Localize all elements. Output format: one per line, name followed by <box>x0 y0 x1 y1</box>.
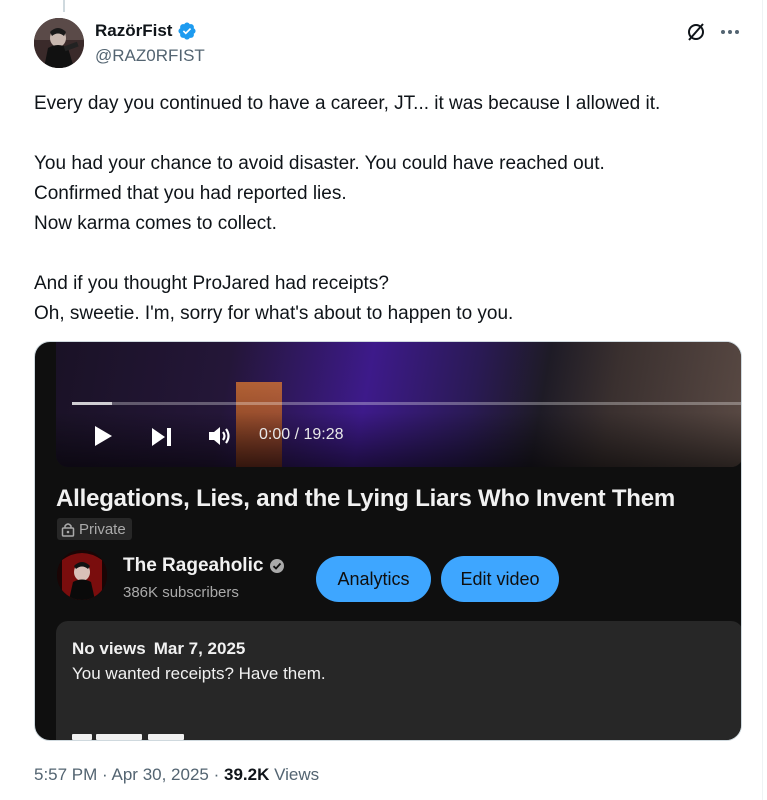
tweet-media-image[interactable]: 0:00 / 19:28 Allegations, Lies, and the … <box>34 341 742 741</box>
edit-video-button[interactable]: Edit video <box>441 556 559 602</box>
analytics-button[interactable]: Analytics <box>316 556 431 602</box>
lock-icon <box>61 522 75 537</box>
tweet-text: Every day you continued to have a career… <box>34 89 754 329</box>
thread-connector-line <box>63 0 65 12</box>
video-description[interactable]: No views Mar 7, 2025 You wanted receipts?… <box>56 621 741 740</box>
channel-avatar <box>57 550 107 600</box>
tweet-line: And if you thought ProJared had receipts… <box>34 273 389 294</box>
author-avatar[interactable] <box>34 18 84 68</box>
upload-date: Mar 7, 2025 <box>153 639 246 658</box>
column-border <box>762 0 763 800</box>
video-title: Allegations, Lies, and the Lying Liars W… <box>56 485 676 512</box>
private-badge: Private <box>57 518 132 540</box>
verified-badge-icon <box>178 22 197 40</box>
more-options-icon[interactable] <box>718 20 742 44</box>
post-date[interactable]: Apr 30, 2025 <box>112 765 209 784</box>
tweet-line: Now karma comes to collect. <box>34 213 277 234</box>
author-name[interactable]: RazörFist <box>95 21 197 41</box>
tweet-line: Oh, sweetie. I'm, sorry for what's about… <box>34 303 514 324</box>
tweet-line: You had your chance to avoid disaster. Y… <box>34 153 605 174</box>
next-icon[interactable] <box>150 426 174 448</box>
video-time: 0:00 / 19:28 <box>259 426 344 443</box>
channel-verified-icon <box>270 559 285 573</box>
video-player[interactable]: 0:00 / 19:28 <box>56 342 741 467</box>
tweet-meta: 5:57 PM · Apr 30, 2025 · 39.2K Views <box>34 765 319 785</box>
cropped-text <box>72 734 192 740</box>
meta-separator: · <box>102 765 108 784</box>
post-time[interactable]: 5:57 PM <box>34 765 97 784</box>
volume-icon[interactable] <box>207 424 233 448</box>
tweet-line: Confirmed that you had reported lies. <box>34 183 347 204</box>
views-label: Views <box>274 765 320 784</box>
video-progress-bar[interactable] <box>72 402 741 405</box>
tweet-line: Every day you continued to have a career… <box>34 93 661 114</box>
play-icon[interactable] <box>92 425 114 447</box>
channel-name: The Rageaholic <box>123 555 285 577</box>
channel-name-text: The Rageaholic <box>123 555 264 576</box>
subscriber-count: 386K subscribers <box>123 584 239 601</box>
meta-separator: · <box>213 765 220 784</box>
view-count: No views <box>72 639 146 658</box>
author-name-text[interactable]: RazörFist <box>95 21 172 41</box>
views-count: 39.2K <box>224 765 270 784</box>
description-text: You wanted receipts? Have them. <box>72 664 326 683</box>
author-handle[interactable]: @RAZ0RFIST <box>95 46 205 66</box>
description-meta: No views Mar 7, 2025 <box>72 639 245 659</box>
grok-icon[interactable] <box>684 20 708 44</box>
private-label: Private <box>79 520 126 538</box>
